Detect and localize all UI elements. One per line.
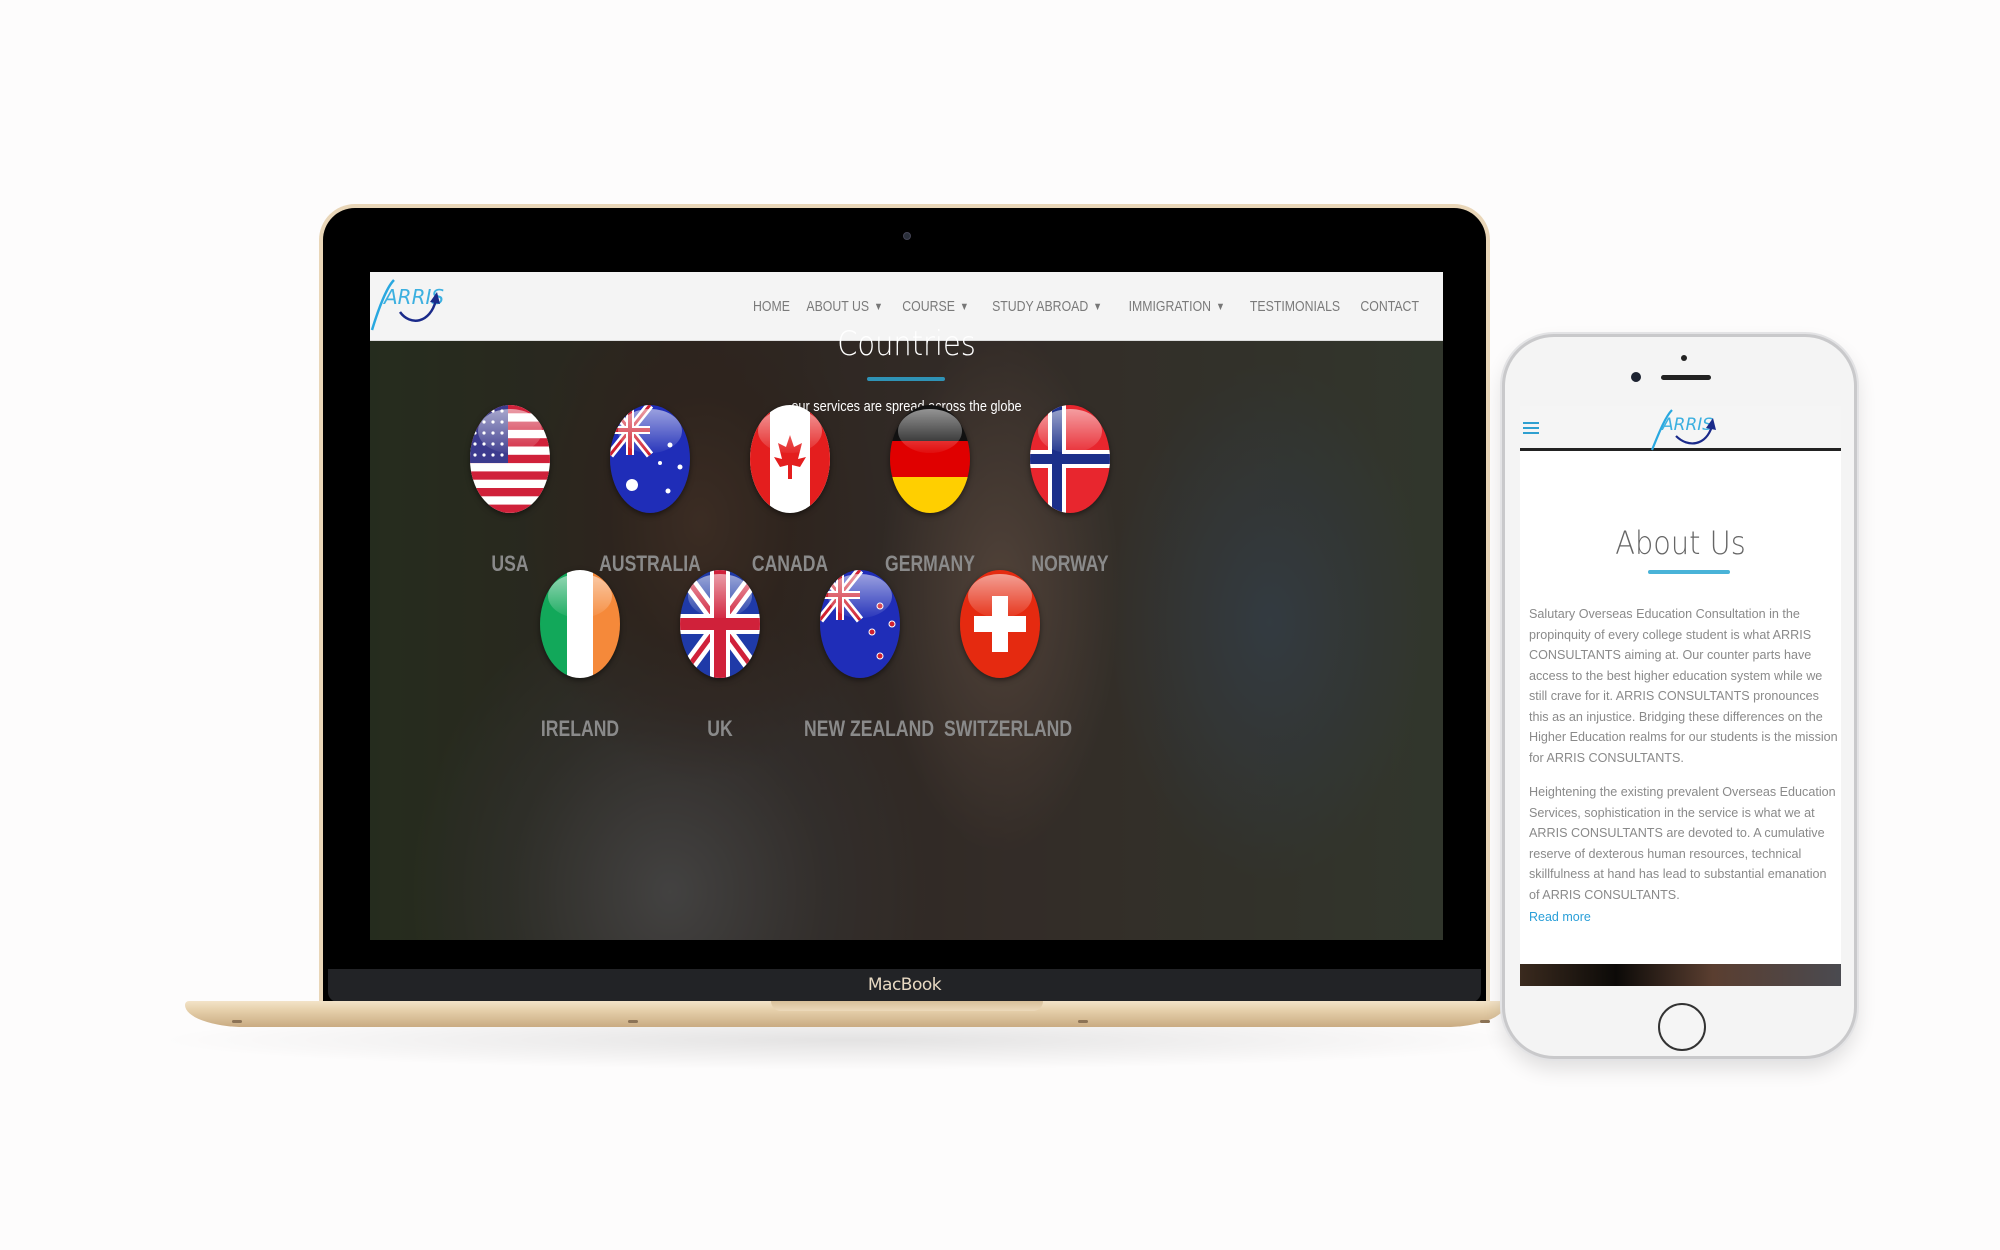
country-new-zealand[interactable]: NEW ZEALAND bbox=[790, 570, 935, 742]
macbook-label: MacBook bbox=[867, 975, 942, 995]
read-more-link[interactable]: Read more bbox=[1529, 910, 1591, 924]
nav-item-label: ABOUT US bbox=[806, 298, 869, 315]
country-australia[interactable]: AUSTRALIA bbox=[580, 405, 720, 577]
phone-sensor-icon bbox=[1681, 355, 1687, 361]
nav-item-contact[interactable]: CONTACT bbox=[1360, 298, 1419, 315]
laptop-foot bbox=[232, 1020, 242, 1023]
germany-flag-icon bbox=[890, 405, 970, 513]
nav-item-course[interactable]: COURSE ▼ bbox=[902, 298, 968, 315]
phone-camera-icon bbox=[1631, 372, 1641, 382]
nav-item-immigration[interactable]: IMMIGRATION ▼ bbox=[1129, 298, 1225, 315]
australia-flag-icon bbox=[610, 405, 690, 513]
nav-item-label: HOME bbox=[752, 298, 790, 315]
country-name: IRELAND bbox=[540, 716, 620, 741]
laptop-foot bbox=[628, 1020, 638, 1023]
title-underline bbox=[867, 377, 945, 381]
nav-item-label: COURSE bbox=[902, 298, 955, 315]
phone-speaker-icon bbox=[1661, 375, 1711, 380]
caret-down-icon: ▼ bbox=[959, 300, 969, 313]
phone-screen: ARRIS About Us Salutary Overseas Educati… bbox=[1520, 406, 1841, 986]
logo-text: ARRIS bbox=[1661, 415, 1713, 435]
nav-item-testimonials[interactable]: TESTIMONIALS bbox=[1249, 298, 1339, 315]
caret-down-icon: ▼ bbox=[1216, 300, 1226, 313]
uk-flag-icon bbox=[680, 570, 760, 678]
laptop-foot bbox=[1078, 1020, 1088, 1023]
country-uk[interactable]: UK bbox=[650, 570, 790, 742]
nav-item-label: IMMIGRATION bbox=[1128, 298, 1212, 315]
country-canada[interactable]: CANADA bbox=[720, 405, 860, 577]
laptop-screen: ARRIS HOME ABOUT US ▼ COURSE ▼ STUDY ABROAD ▼ I… bbox=[370, 272, 1443, 940]
about-paragraph: Heightening the existing prevalent Overs… bbox=[1529, 785, 1836, 902]
canada-flag-icon bbox=[750, 405, 830, 513]
laptop-chin: MacBook bbox=[328, 969, 1481, 1002]
ireland-flag-icon bbox=[540, 570, 620, 678]
caret-down-icon: ▼ bbox=[873, 300, 883, 313]
webcam-icon bbox=[903, 232, 911, 240]
laptop-foot bbox=[1480, 1020, 1490, 1023]
new-zealand-flag-icon bbox=[820, 570, 900, 678]
section-title: Countries bbox=[837, 324, 976, 364]
arris-logo[interactable]: ARRIS bbox=[1648, 406, 1738, 451]
mobile-navbar: ARRIS bbox=[1520, 406, 1841, 451]
norway-flag-icon bbox=[1030, 405, 1110, 513]
country-ireland[interactable]: IRELAND bbox=[510, 570, 650, 742]
country-switzerland[interactable]: SWITZERLAND bbox=[930, 570, 1073, 742]
title-underline bbox=[1648, 570, 1730, 574]
country-norway[interactable]: NORWAY bbox=[1000, 405, 1140, 577]
phone-device: ARRIS About Us Salutary Overseas Educati… bbox=[1502, 334, 1857, 1059]
nav-item-home[interactable]: HOME bbox=[753, 298, 790, 315]
country-usa[interactable]: USA bbox=[440, 405, 580, 577]
switzerland-flag-icon bbox=[960, 570, 1040, 678]
country-name: NEW ZEALAND bbox=[804, 716, 935, 741]
country-name: UK bbox=[707, 716, 733, 741]
country-name: SWITZERLAND bbox=[944, 716, 1073, 741]
about-us-title: About Us bbox=[1615, 524, 1746, 562]
caret-down-icon: ▼ bbox=[1093, 300, 1103, 313]
about-paragraph: Salutary Overseas Education Consultation… bbox=[1529, 607, 1838, 765]
country-germany[interactable]: GERMANY bbox=[860, 405, 1000, 577]
hamburger-icon[interactable] bbox=[1523, 422, 1539, 434]
nav-item-label: TESTIMONIALS bbox=[1249, 298, 1340, 315]
nav-item-about-us[interactable]: ABOUT US ▼ bbox=[806, 298, 883, 315]
nav-item-label: STUDY ABROAD bbox=[992, 298, 1089, 315]
usa-flag-icon bbox=[470, 405, 550, 513]
nav-item-label: CONTACT bbox=[1360, 298, 1419, 315]
home-button[interactable] bbox=[1658, 1003, 1706, 1051]
nav-item-study-abroad[interactable]: STUDY ABROAD ▼ bbox=[992, 298, 1102, 315]
arris-logo[interactable]: ARRIS bbox=[370, 274, 460, 334]
laptop-notch bbox=[771, 1001, 1043, 1011]
next-section-preview bbox=[1520, 964, 1841, 986]
